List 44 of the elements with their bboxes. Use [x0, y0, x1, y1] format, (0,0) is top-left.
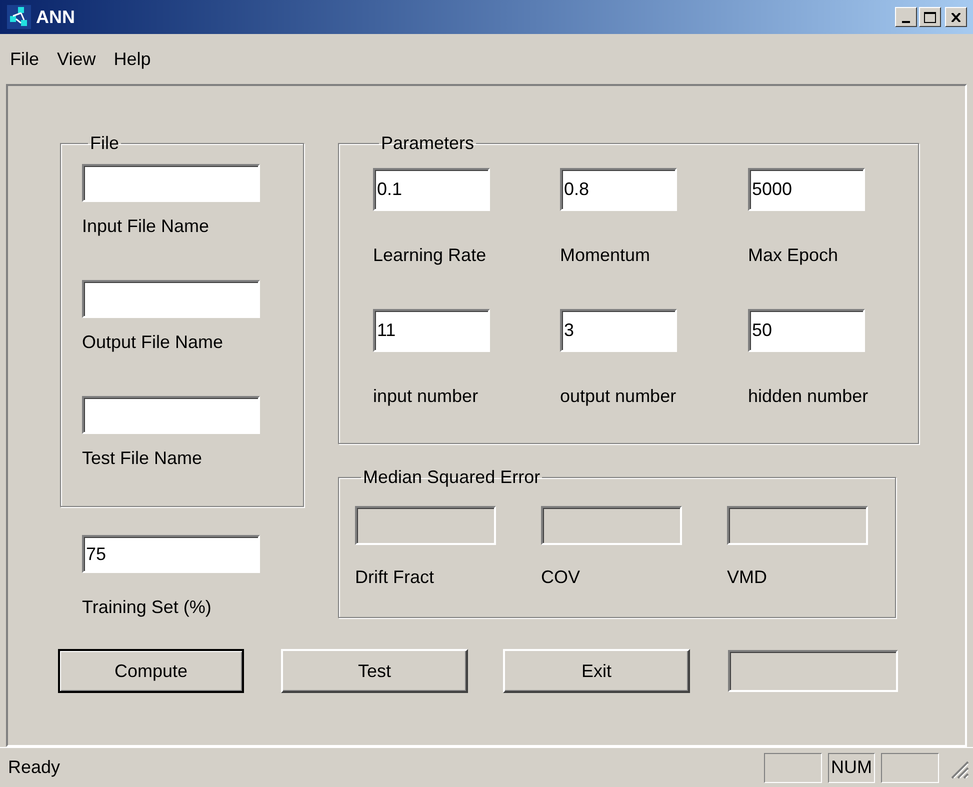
minimize-icon — [902, 21, 910, 23]
status-pane — [881, 752, 939, 782]
field-label: Test File Name — [82, 447, 204, 470]
field-label: hidden number — [748, 385, 870, 408]
minimize-button[interactable] — [895, 7, 917, 27]
field-label: Drift Fract — [355, 566, 435, 589]
status-indicator: NUM — [828, 752, 875, 782]
maximize-icon — [924, 12, 936, 22]
field-label: Training Set (%) — [82, 596, 212, 619]
input-field[interactable]: 0.8 — [560, 168, 677, 211]
field-label: VMD — [727, 566, 768, 589]
input-field[interactable]: 11 — [373, 309, 490, 352]
action-button[interactable]: Compute — [58, 649, 244, 693]
input-field[interactable]: 5000 — [748, 168, 865, 211]
close-button[interactable] — [945, 7, 967, 27]
input-field[interactable]: 50 — [748, 309, 865, 352]
window-title: ANN — [36, 6, 75, 28]
field-label: Output File Name — [82, 331, 224, 354]
action-button[interactable]: Exit — [503, 649, 690, 693]
input-field[interactable] — [82, 164, 260, 202]
network-icon — [6, 4, 32, 30]
group-title: File — [89, 132, 120, 154]
field-label: Input File Name — [82, 215, 210, 238]
input-field[interactable] — [82, 280, 260, 318]
field-label: Momentum — [560, 244, 652, 267]
status-pane — [764, 752, 822, 782]
field-label: Learning Rate — [373, 244, 488, 267]
input-field[interactable]: 75 — [82, 535, 260, 573]
input-field[interactable]: 0.1 — [373, 168, 490, 211]
status-text: Ready — [8, 756, 60, 779]
menu-item[interactable]: File — [4, 44, 46, 74]
group-title: Parameters — [380, 132, 476, 154]
group-title: Median Squared Error — [362, 466, 542, 488]
field-label: input number — [373, 385, 480, 408]
field-label: COV — [541, 566, 582, 589]
input-field[interactable] — [82, 396, 260, 434]
action-button[interactable]: Test — [281, 649, 468, 693]
menu-item[interactable]: View — [51, 44, 102, 74]
field-label: output number — [560, 385, 678, 408]
menu-item[interactable]: Help — [108, 44, 157, 74]
input-field[interactable]: 3 — [560, 309, 677, 352]
close-icon — [951, 12, 961, 22]
field-label: Max Epoch — [748, 244, 840, 267]
maximize-button[interactable] — [919, 7, 941, 27]
